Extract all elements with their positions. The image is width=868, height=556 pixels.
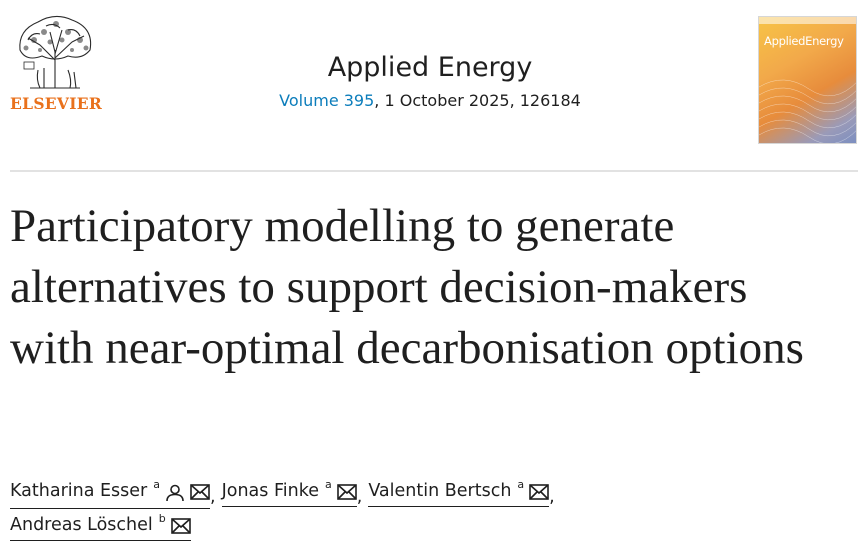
elsevier-tree-logo-icon — [19, 15, 92, 89]
envelope-icon — [336, 484, 357, 506]
cover-wave-pattern-icon — [759, 79, 856, 143]
journal-info: Applied Energy Volume 395, 1 October 202… — [200, 50, 660, 112]
author-row-2: Andreas Löschel b — [10, 512, 858, 548]
envelope-icon — [170, 518, 191, 540]
author-name: Katharina Esser — [10, 481, 148, 501]
publisher-name: ELSEVIER — [10, 94, 103, 113]
author-name: Andreas Löschel — [10, 515, 153, 535]
author-link-esser[interactable]: Katharina Esser a — [10, 478, 211, 509]
issue-date-article-number: , 1 October 2025, 126184 — [374, 91, 581, 110]
author-separator: , — [210, 487, 216, 507]
author-list: Katharina Esser a , Jonas Finke a , Vale… — [10, 478, 858, 548]
elsevier-logo-link[interactable]: ELSEVIER — [10, 10, 103, 115]
affiliation-marker: a — [153, 478, 161, 491]
author-name: Valentin Bertsch — [368, 481, 512, 501]
envelope-icon — [190, 484, 210, 506]
article-title: Participatory modelling to generate alte… — [10, 200, 804, 374]
cover-top-strip — [759, 17, 856, 24]
volume-link[interactable]: Volume 395 — [279, 91, 374, 110]
author-link-loschel[interactable]: Andreas Löschel b — [10, 512, 191, 541]
author-name: Jonas Finke — [221, 481, 319, 501]
header-divider — [10, 170, 858, 172]
journal-cover-image[interactable]: AppliedEnergy — [758, 16, 857, 144]
journal-title-link[interactable]: Applied Energy — [200, 50, 660, 86]
article-header: ELSEVIER Applied Energy Volume 395, 1 Oc… — [0, 0, 868, 172]
issue-info: Volume 395, 1 October 2025, 126184 — [200, 90, 660, 112]
affiliation-marker: b — [158, 512, 166, 525]
person-icon — [165, 484, 185, 508]
cover-journal-title: AppliedEnergy — [764, 34, 844, 48]
author-separator: , — [549, 487, 555, 507]
author-separator: , — [356, 487, 363, 507]
author-link-bertsch[interactable]: Valentin Bertsch a — [368, 478, 550, 507]
affiliation-marker: a — [517, 478, 525, 491]
envelope-icon — [529, 484, 549, 506]
author-row-1: Katharina Esser a , Jonas Finke a , Vale… — [10, 478, 858, 514]
author-link-finke[interactable]: Jonas Finke a — [221, 478, 357, 507]
affiliation-marker: a — [324, 478, 332, 491]
